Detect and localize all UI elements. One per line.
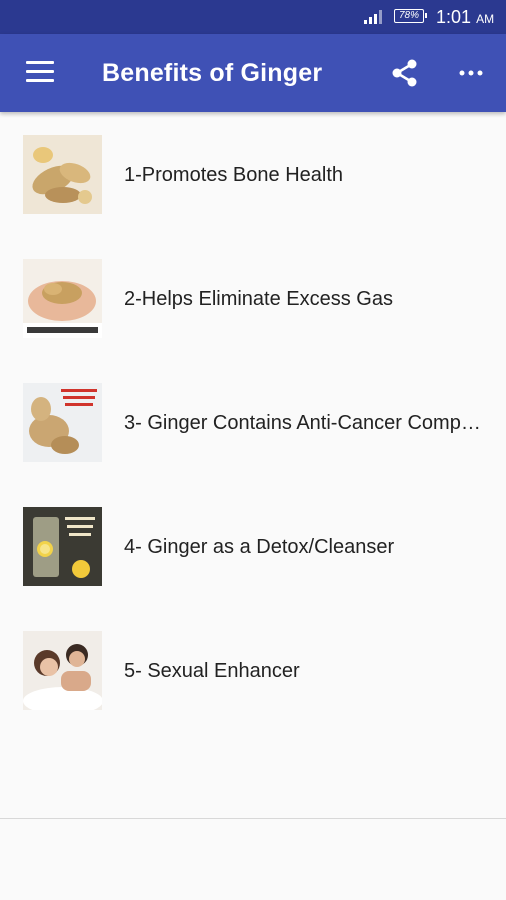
list-item[interactable]: 5- Sexual Enhancer <box>0 608 506 732</box>
hands-holding-ginger-image <box>23 259 102 338</box>
list-item-label: 5- Sexual Enhancer <box>124 660 300 682</box>
lemon-ginger-water-image <box>23 507 102 586</box>
app-toolbar: Benefits of Ginger <box>0 34 506 112</box>
battery-level: 78% <box>398 10 419 21</box>
ginger-root-image <box>23 135 102 214</box>
list-item-label: 3- Ginger Contains Anti-Cancer Compounds <box>124 412 484 434</box>
list-item[interactable]: 1-Promotes Bone Health <box>0 112 506 236</box>
clock: 1:01 AM <box>436 7 494 28</box>
list-item[interactable]: 2-Helps Eliminate Excess Gas <box>0 236 506 360</box>
status-bar: 78% 1:01 AM <box>0 0 506 34</box>
signal-icon <box>364 10 382 24</box>
battery-icon: 78% <box>394 9 427 23</box>
more-options-icon[interactable] <box>458 58 484 88</box>
menu-icon[interactable] <box>26 61 54 83</box>
list-item-label: 1-Promotes Bone Health <box>124 164 344 186</box>
benefits-list: 1-Promotes Bone Health 2-Helps Eliminate… <box>0 112 506 732</box>
list-item-label: 4- Ginger as a Detox/Cleanser <box>124 536 395 558</box>
ginger-root-text-image <box>23 383 102 462</box>
list-item[interactable]: 3- Ginger Contains Anti-Cancer Compounds <box>0 360 506 484</box>
page-title: Benefits of Ginger <box>102 59 323 87</box>
list-item-label: 2-Helps Eliminate Excess Gas <box>124 288 393 310</box>
share-icon[interactable] <box>390 58 420 88</box>
clock-ampm: AM <box>476 12 495 26</box>
list-item[interactable]: 4- Ginger as a Detox/Cleanser <box>0 484 506 608</box>
divider <box>0 818 506 819</box>
clock-time: 1:01 <box>436 7 472 27</box>
couple-image <box>23 631 102 710</box>
